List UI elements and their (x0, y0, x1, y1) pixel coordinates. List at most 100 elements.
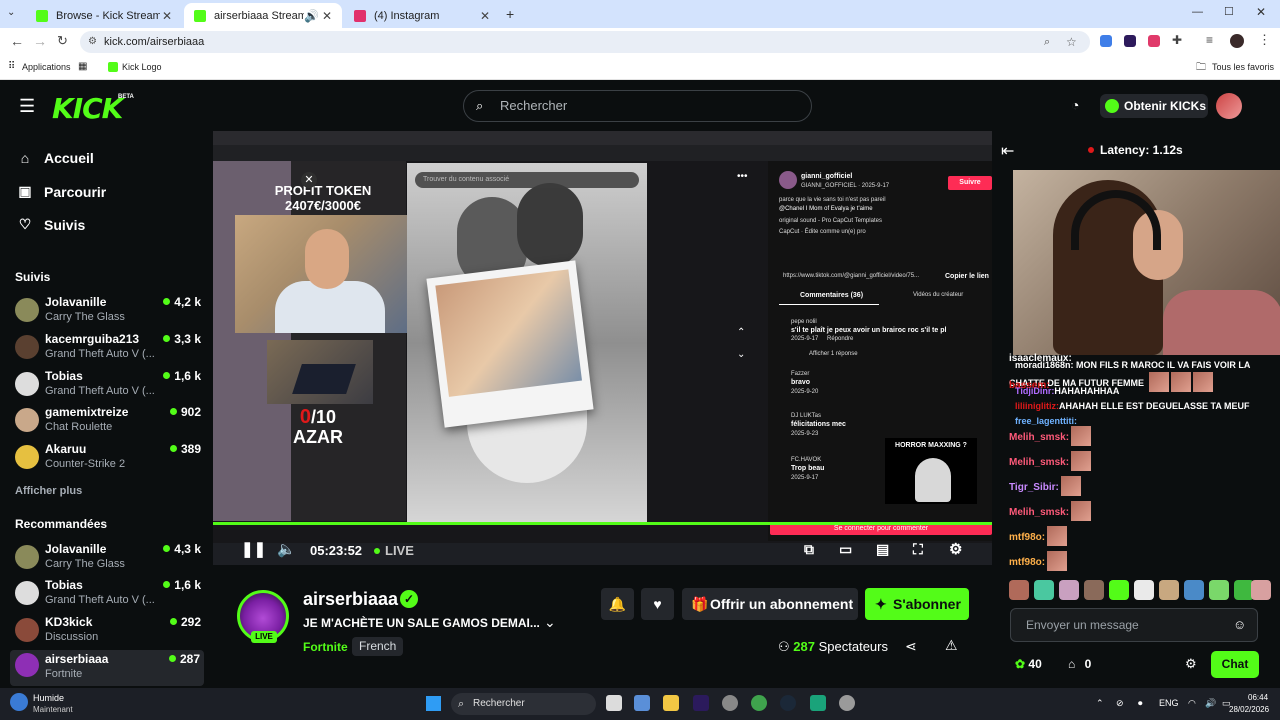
favorite-button[interactable]: ♥ (641, 588, 674, 620)
chat-username[interactable]: liliiniglitiz: (1015, 401, 1059, 411)
video-player[interactable]: PROFIT TOKEN 2407€/3000€ 0/10 AZAR ✕ Tro… (213, 131, 992, 565)
clip-icon[interactable]: ⧉ (804, 541, 814, 558)
zoom-icon[interactable]: ⌕ (1044, 31, 1050, 53)
notifications-icon[interactable]: ◔ (1071, 97, 1079, 113)
emoji-picker-icon[interactable]: ☺ (1233, 617, 1246, 632)
user-avatar[interactable] (1216, 93, 1242, 119)
settings-gear-icon[interactable]: ⚙ (949, 540, 962, 558)
speaker-icon[interactable]: 🔊 (304, 9, 319, 23)
bookmark-kick-logo[interactable]: Kick Logo (122, 62, 162, 72)
emote-icon[interactable] (1009, 580, 1029, 600)
weather-icon[interactable] (10, 693, 28, 711)
task-view-icon[interactable] (606, 695, 622, 711)
bookmark-applications[interactable]: Applications (22, 62, 71, 72)
taskbar-search[interactable]: ⌕ Rechercher (451, 693, 596, 715)
recommended-channel-kd3kick[interactable]: KD3kick Discussion 292 (15, 615, 205, 649)
steam-icon[interactable] (780, 695, 796, 711)
chat-username[interactable]: TidjiDinr: (1015, 386, 1054, 396)
followed-channel-tobias[interactable]: Tobias Grand Theft Auto V (... 1,6 k (15, 369, 205, 403)
kick-points[interactable]: ✿ 40 (1015, 657, 1042, 671)
kick-logo[interactable]: KICK (52, 92, 123, 125)
recommended-channel-jolavanille[interactable]: Jolavanille Carry The Glass 4,3 k (15, 542, 205, 576)
new-tab-icon[interactable]: + (506, 6, 514, 22)
cast-icon[interactable]: ▭ (839, 541, 852, 558)
chat-username[interactable]: free_lagenttiti: (1015, 416, 1077, 426)
chat-settings-gear-icon[interactable]: ⚙ (1185, 656, 1197, 672)
sidebar-item-accueil[interactable]: ⌂ Accueil (16, 150, 94, 166)
recommended-channel-airserbiaaa[interactable]: airserbiaaa Fortnite 287 (10, 650, 204, 686)
notification-bell-button[interactable]: 🔔 (601, 588, 634, 620)
microphone-icon[interactable]: ⏺ (1138, 698, 1143, 709)
chat-send-button[interactable]: Chat (1211, 651, 1259, 678)
extensions-puzzle-icon[interactable]: ✚ (1172, 33, 1182, 47)
bookmark-star-icon[interactable]: ☆ (1066, 31, 1077, 53)
chat-username[interactable]: Tigr_Sibir: (1009, 482, 1059, 493)
report-icon[interactable]: ⚠ (945, 637, 958, 654)
video-progress-bar[interactable] (213, 522, 992, 525)
forward-icon[interactable]: → (33, 33, 47, 49)
get-kicks-button[interactable]: Obtenir KICKs (1100, 94, 1208, 118)
profile-avatar[interactable] (1230, 34, 1244, 48)
emote-icon[interactable] (1109, 580, 1129, 600)
url-input[interactable]: ⚙ kick.com/airserbiaaa ⌕ ☆ (80, 31, 1090, 53)
sidebar-item-parcourir[interactable]: ▣ Parcourir (16, 183, 106, 200)
volume-icon[interactable]: 🔊 (1205, 698, 1216, 709)
chat-username[interactable]: moradi1868n: (1015, 360, 1074, 370)
gift-count[interactable]: ⌂ 0 (1068, 657, 1091, 671)
media-icon[interactable]: ≡ (1206, 33, 1213, 47)
search-input[interactable]: ⌕ Rechercher (463, 90, 812, 122)
emote-icon[interactable] (1251, 580, 1271, 600)
hamburger-menu-icon[interactable]: ☰ (19, 96, 35, 117)
chat-username[interactable]: Melih_smsk: (1009, 432, 1069, 443)
chat-username[interactable]: mtf98o: (1009, 557, 1045, 568)
tab-instagram[interactable]: (4) Instagram ✕ (344, 3, 500, 28)
sidebar-item-suivis[interactable]: ♡ Suivis (16, 216, 86, 233)
chat-message-input[interactable]: Envoyer un message (1010, 608, 1258, 642)
emote-icon[interactable] (1084, 580, 1104, 600)
chevron-down-icon[interactable]: ⌄ (544, 614, 556, 631)
emote-icon[interactable] (1184, 580, 1204, 600)
app-icon[interactable] (810, 695, 826, 711)
site-info-icon[interactable]: ⚙ (88, 31, 97, 53)
streamer-name[interactable]: airserbiaaa (303, 589, 398, 610)
tab-stream[interactable]: airserbiaaa Stream - Watch 🔊 ✕ (184, 3, 342, 28)
minimize-icon[interactable]: — (1192, 6, 1203, 18)
extension-icon[interactable] (1148, 35, 1160, 47)
bookmark-all[interactable]: Tous les favoris (1212, 62, 1274, 72)
close-icon[interactable]: ✕ (160, 9, 174, 23)
emote-icon[interactable] (1059, 580, 1079, 600)
emote-icon[interactable] (1134, 580, 1154, 600)
settings-gear-icon[interactable] (839, 695, 855, 711)
folder-icon[interactable] (663, 695, 679, 711)
collapse-chat-icon[interactable]: ⇤ (1001, 141, 1014, 161)
emote-icon[interactable] (1209, 580, 1229, 600)
close-icon[interactable]: ✕ (478, 9, 492, 23)
followed-channel-kacemrguiba213[interactable]: kacemrguiba213 Grand Theft Auto V (... 3… (15, 332, 205, 366)
back-icon[interactable]: ← (10, 33, 24, 49)
clock-date[interactable]: 28/02/2026 (1229, 705, 1269, 714)
stream-language-tag[interactable]: French (352, 637, 404, 656)
menu-icon[interactable]: ⋮ (1258, 32, 1271, 48)
chat-username[interactable]: Melih_smsk: (1009, 507, 1069, 518)
followed-channel-akaruu[interactable]: Akaruu Counter-Strike 2 389 (15, 442, 205, 476)
close-icon[interactable]: ✕ (320, 9, 334, 23)
grid-icon[interactable]: ▦ (78, 61, 87, 72)
share-icon[interactable]: ⋖ (905, 638, 917, 655)
chevron-up-icon[interactable]: ⌃ (1096, 698, 1104, 709)
gift-subscription-button[interactable]: 🎁 Offrir un abonnement (682, 588, 858, 620)
chat-username[interactable]: Melih_smsk: (1009, 457, 1069, 468)
show-more-link[interactable]: Afficher plus (15, 485, 82, 497)
pause-icon[interactable]: ❚❚ (241, 540, 266, 558)
maximize-icon[interactable]: ☐ (1224, 5, 1234, 18)
extension-icon[interactable] (1100, 35, 1112, 47)
subscribe-button[interactable]: ✦ S'abonner (865, 588, 969, 620)
stream-category[interactable]: Fortnite (303, 640, 348, 654)
fullscreen-icon[interactable]: ⛶ (913, 541, 923, 558)
emote-icon[interactable] (1034, 580, 1054, 600)
extension-icon[interactable] (1124, 35, 1136, 47)
network-off-icon[interactable]: ⊘ (1116, 698, 1124, 709)
followed-channel-jolavanille[interactable]: Jolavanille Carry The Glass 4,2 k (15, 295, 205, 329)
wifi-icon[interactable]: ◠ (1188, 698, 1196, 709)
window-close-icon[interactable]: ✕ (1256, 5, 1266, 19)
app-icon[interactable] (634, 695, 650, 711)
